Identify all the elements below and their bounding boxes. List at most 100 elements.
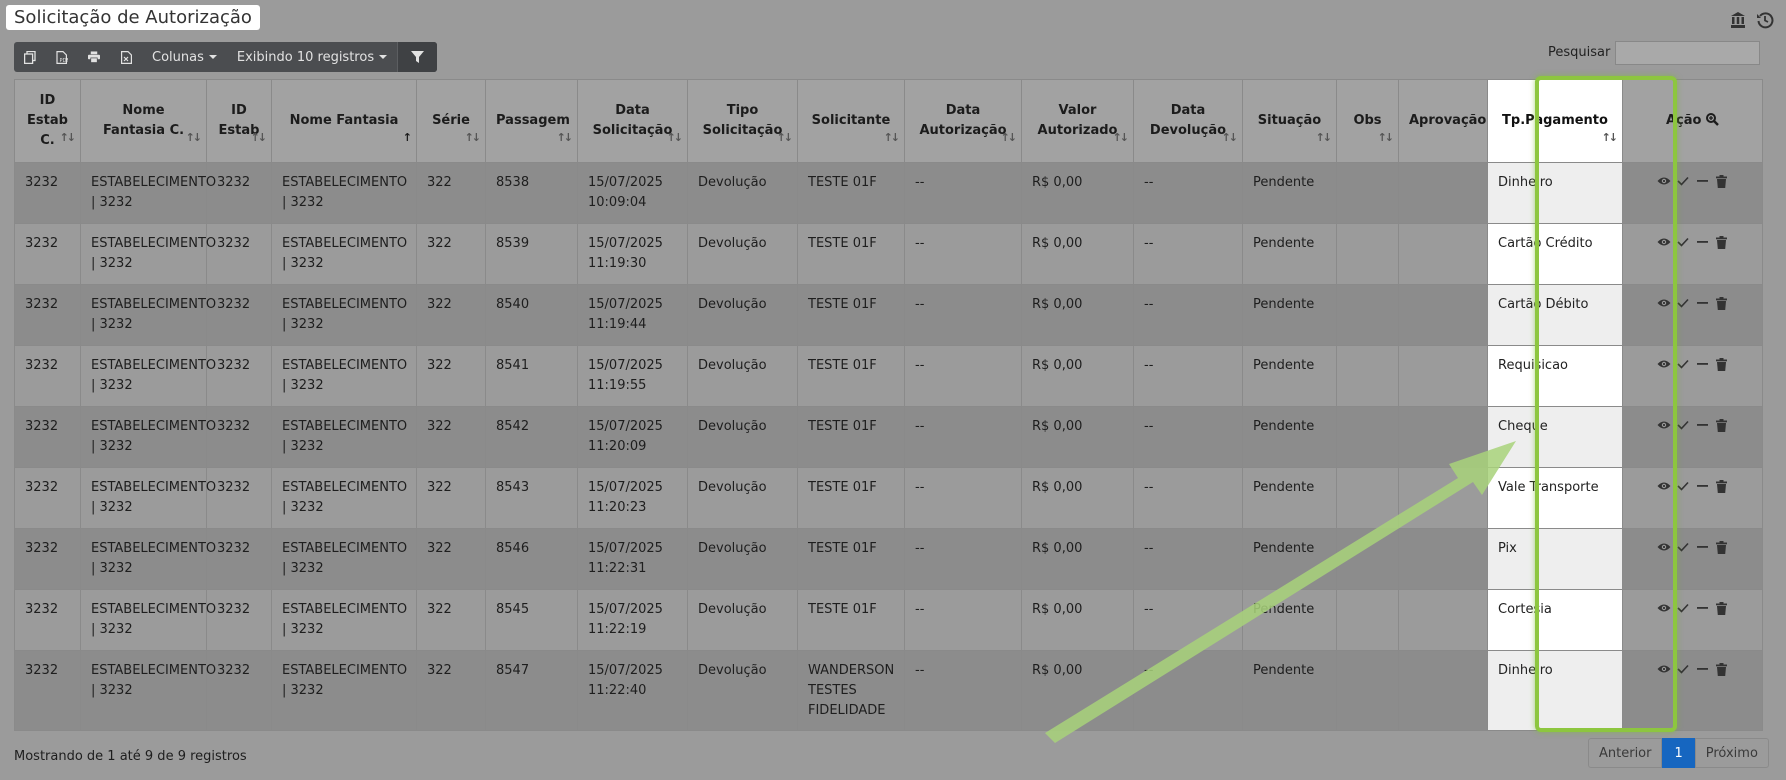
search-input[interactable] — [1615, 41, 1760, 65]
pagination-previous[interactable]: Anterior — [1588, 738, 1663, 768]
trash-icon[interactable] — [1714, 357, 1728, 371]
cell-data-solicitacao: 15/07/2025 11:22:19 — [577, 589, 688, 651]
approve-icon[interactable] — [1676, 174, 1690, 188]
page-title: Solicitação de Autorização — [6, 5, 260, 30]
sort-icon: ↑↓ — [556, 131, 574, 144]
cell-tp-pagamento: Requisicao — [1487, 345, 1623, 407]
trash-icon[interactable] — [1714, 540, 1728, 554]
column-header-serie[interactable]: Série ↑↓ — [416, 79, 486, 163]
approve-icon[interactable] — [1676, 479, 1690, 493]
cell-data-devolucao: -- — [1133, 345, 1243, 407]
column-header-data-autorizacao[interactable]: Data Autorização ↑↓ — [904, 79, 1022, 163]
column-header-passagem[interactable]: Passagem ↑↓ — [485, 79, 578, 163]
column-header-solicitante[interactable]: Solicitante ↑↓ — [797, 79, 905, 163]
history-icon[interactable] — [1756, 11, 1774, 29]
table-row: 3232 ESTABELECIMENTO | 3232 3232 ESTABELECI… — [14, 528, 1763, 590]
dash-icon[interactable] — [1695, 174, 1709, 188]
sort-icon: ↑↓ — [1112, 131, 1130, 144]
column-header-tipo-solicitacao[interactable]: Tipo Solicitação ↑↓ — [687, 79, 798, 163]
bank-icon[interactable] — [1730, 11, 1748, 29]
column-header-nome-fantasia-c[interactable]: Nome Fantasia C. ↑↓ — [80, 79, 207, 163]
trash-icon[interactable] — [1714, 174, 1728, 188]
cell-data-solicitacao: 15/07/2025 11:19:30 — [577, 223, 688, 285]
view-icon[interactable] — [1657, 662, 1671, 676]
approve-icon[interactable] — [1676, 418, 1690, 432]
dash-icon[interactable] — [1695, 601, 1709, 615]
cell-data-devolucao: -- — [1133, 223, 1243, 285]
cell-id-estab: 3232 — [206, 284, 272, 346]
excel-button[interactable] — [110, 42, 142, 72]
filter-button[interactable] — [397, 42, 438, 72]
cell-nome-fantasia: ESTABELECIMENTO | 3232 — [271, 162, 417, 224]
view-icon[interactable] — [1657, 357, 1671, 371]
view-icon[interactable] — [1657, 479, 1671, 493]
column-header-data-solicitacao[interactable]: Data Solicitação ↑↓ — [577, 79, 688, 163]
dash-icon[interactable] — [1695, 479, 1709, 493]
trash-icon[interactable] — [1714, 601, 1728, 615]
dash-icon[interactable] — [1695, 235, 1709, 249]
table-toolbar: PDF Colunas Exibindo 10 registros — [14, 42, 438, 72]
approve-icon[interactable] — [1676, 296, 1690, 310]
view-icon[interactable] — [1657, 296, 1671, 310]
trash-icon[interactable] — [1714, 662, 1728, 676]
cell-tp-pagamento: Cartão Débito — [1487, 284, 1623, 346]
cell-solicitante: TESTE 01F — [797, 406, 905, 468]
trash-icon[interactable] — [1714, 235, 1728, 249]
dash-icon[interactable] — [1695, 540, 1709, 554]
view-icon[interactable] — [1657, 540, 1671, 554]
cell-valor-autorizado: R$ 0,00 — [1021, 650, 1134, 731]
view-icon[interactable] — [1657, 601, 1671, 615]
column-header-obs[interactable]: Obs ↑↓ — [1336, 79, 1399, 163]
cell-nome-fantasia: ESTABELECIMENTO | 3232 — [271, 284, 417, 346]
approve-icon[interactable] — [1676, 662, 1690, 676]
dash-icon[interactable] — [1695, 662, 1709, 676]
trash-icon[interactable] — [1714, 418, 1728, 432]
cell-passagem: 8540 — [485, 284, 578, 346]
cell-solicitante: TESTE 01F — [797, 284, 905, 346]
page-length-dropdown[interactable]: Exibindo 10 registros — [227, 42, 397, 72]
column-header-tp-pagamento[interactable]: Tp.Pagamento ↑↓ — [1487, 79, 1623, 163]
cell-id-estab: 3232 — [206, 589, 272, 651]
column-header-id-estab-c[interactable]: ID Estab C. ↑↓ — [14, 79, 81, 163]
column-header-nome-fantasia[interactable]: Nome Fantasia ↑ — [271, 79, 417, 163]
dash-icon[interactable] — [1695, 357, 1709, 371]
dash-icon[interactable] — [1695, 296, 1709, 310]
cell-tp-pagamento: Cartão Crédito — [1487, 223, 1623, 285]
cell-data-solicitacao: 15/07/2025 11:22:31 — [577, 528, 688, 590]
column-header-valor-autorizado[interactable]: Valor Autorizado ↑↓ — [1021, 79, 1134, 163]
view-icon[interactable] — [1657, 235, 1671, 249]
cell-serie: 322 — [416, 650, 486, 731]
table-row: 3232 ESTABELECIMENTO | 3232 3232 ESTABELECI… — [14, 406, 1763, 468]
approve-icon[interactable] — [1676, 540, 1690, 554]
cell-serie: 322 — [416, 223, 486, 285]
view-icon[interactable] — [1657, 174, 1671, 188]
cell-serie: 322 — [416, 284, 486, 346]
trash-icon[interactable] — [1714, 296, 1728, 310]
cell-data-autorizacao: -- — [904, 467, 1022, 529]
export-button[interactable]: PDF — [46, 42, 78, 72]
columns-dropdown[interactable]: Colunas — [142, 42, 227, 72]
zoom-icon[interactable] — [1706, 113, 1719, 126]
approve-icon[interactable] — [1676, 601, 1690, 615]
approve-icon[interactable] — [1676, 235, 1690, 249]
approve-icon[interactable] — [1676, 357, 1690, 371]
column-header-data-devolucao[interactable]: Data Devolução ↑↓ — [1133, 79, 1243, 163]
cell-data-devolucao: -- — [1133, 284, 1243, 346]
authorization-table: ID Estab C. ↑↓ Nome Fantasia C. ↑↓ ID Esta… — [14, 79, 1763, 731]
column-header-id-estab[interactable]: ID Estab ↑↓ — [206, 79, 272, 163]
column-header-situacao[interactable]: Situação ↑↓ — [1242, 79, 1337, 163]
cell-id-estab: 3232 — [206, 406, 272, 468]
cell-tipo-solicitacao: Devolução — [687, 528, 798, 590]
view-icon[interactable] — [1657, 418, 1671, 432]
print-button[interactable] — [78, 42, 110, 72]
pagination-page[interactable]: 1 — [1662, 738, 1695, 768]
table-row: 3232 ESTABELECIMENTO | 3232 3232 ESTABELECI… — [14, 284, 1763, 346]
pagination: Anterior 1 Próximo — [1588, 738, 1769, 768]
pagination-next[interactable]: Próximo — [1694, 738, 1769, 768]
cell-obs — [1336, 406, 1399, 468]
dash-icon[interactable] — [1695, 418, 1709, 432]
trash-icon[interactable] — [1714, 479, 1728, 493]
sort-icon: ↑↓ — [883, 131, 901, 144]
cell-id-estab: 3232 — [206, 223, 272, 285]
copy-button[interactable] — [14, 42, 46, 72]
